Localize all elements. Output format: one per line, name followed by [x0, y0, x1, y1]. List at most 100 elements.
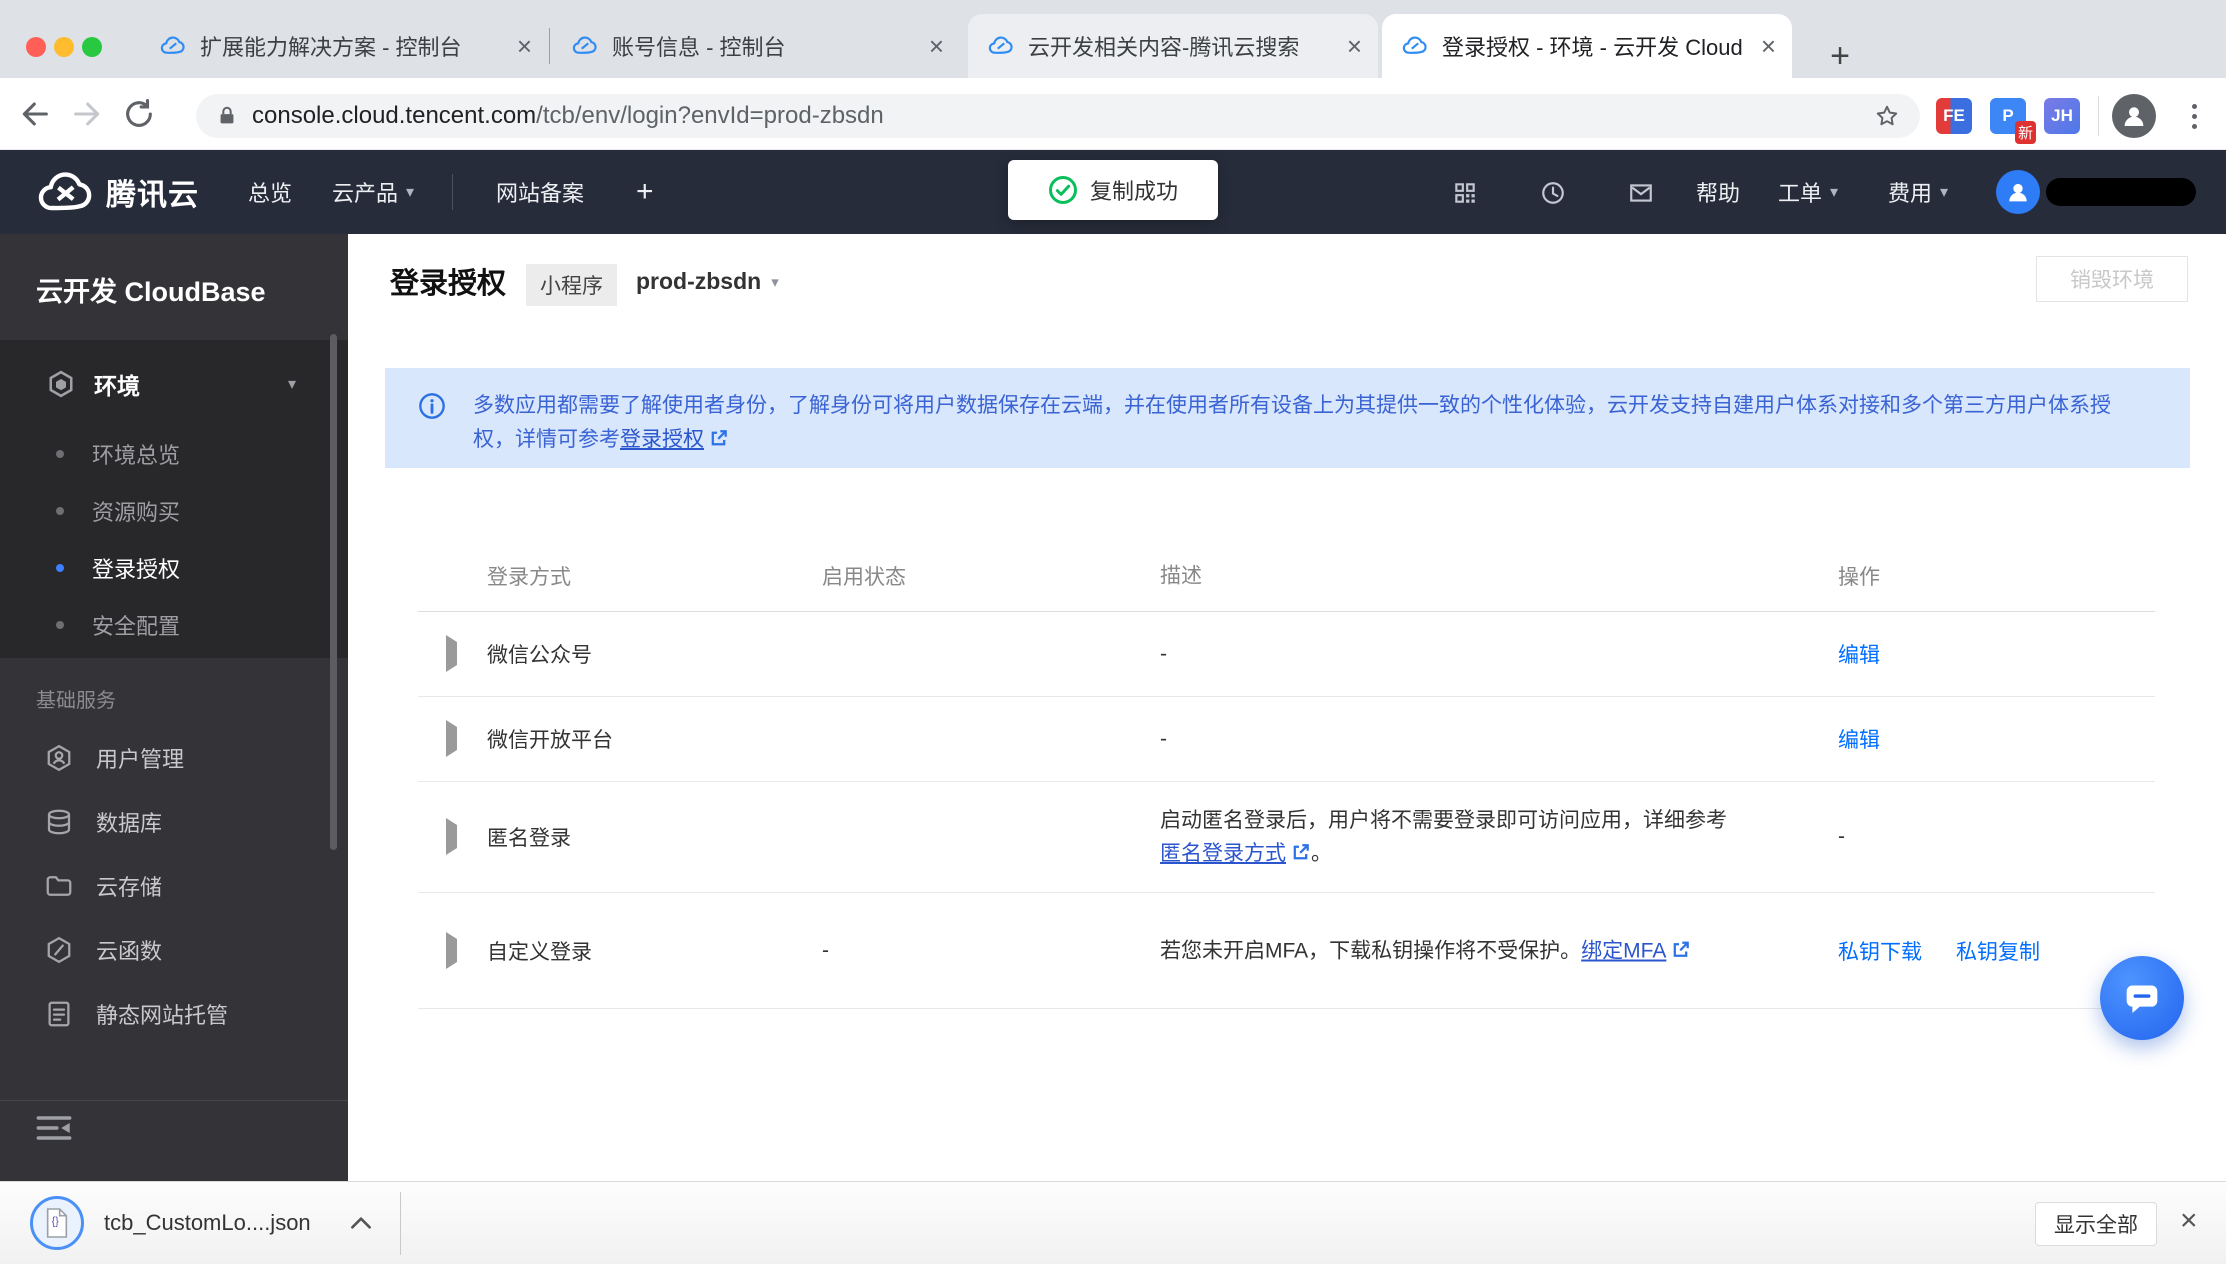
- page-title: 登录授权: [390, 268, 507, 300]
- extension-p-letter: P: [2002, 106, 2014, 125]
- row-status: -: [822, 938, 829, 962]
- bullet-icon: [56, 621, 64, 629]
- sidebar-item-login-auth[interactable]: 登录授权: [0, 540, 348, 596]
- mail-icon[interactable]: [1628, 180, 1654, 206]
- sidebar-item-static-hosting[interactable]: 静态网站托管: [0, 984, 348, 1044]
- nav-add-button[interactable]: +: [636, 150, 654, 234]
- nav-products-label: 云产品: [332, 181, 399, 206]
- download-filename[interactable]: tcb_CustomLo....json: [104, 1210, 311, 1236]
- expand-row-icon[interactable]: [446, 720, 457, 757]
- extension-fe-icon[interactable]: FE: [1936, 98, 1972, 134]
- private-key-copy-link[interactable]: 私钥复制: [1956, 941, 2040, 964]
- login-method-name: 自定义登录: [487, 940, 592, 964]
- env-selector[interactable]: prod-zbsdn ▾: [636, 268, 779, 295]
- cloud-logo-icon: [38, 172, 92, 211]
- sidebar-scrollbar[interactable]: [330, 334, 337, 850]
- group-label: 环境: [94, 373, 140, 399]
- customer-service-chat-button[interactable]: [2100, 956, 2184, 1040]
- caret-down-icon: ▾: [1830, 184, 1839, 201]
- tab-close-icon[interactable]: ×: [1761, 33, 1776, 59]
- browser-tab-active[interactable]: 登录授权 - 环境 - 云开发 Cloud ×: [1382, 14, 1792, 78]
- sidebar-divider: [0, 1100, 348, 1101]
- extension-jh-icon[interactable]: JH: [2044, 98, 2080, 134]
- show-all-downloads-button[interactable]: 显示全部: [2035, 1202, 2157, 1246]
- nav-products[interactable]: 云产品 ▾: [332, 150, 414, 234]
- destroy-env-button[interactable]: 销毁环境: [2036, 256, 2188, 302]
- window-zoom-button[interactable]: [82, 37, 102, 57]
- banner-login-auth-link[interactable]: 登录授权: [620, 428, 704, 451]
- private-key-download-link[interactable]: 私钥下载: [1838, 941, 1922, 964]
- row-description: 启动匿名登录后，用户将不需要登录即可访问应用，详细参考匿名登录方式 。: [1160, 804, 1740, 870]
- collapse-sidebar-icon[interactable]: [34, 1110, 74, 1146]
- browser-profile-avatar[interactable]: [2112, 94, 2156, 138]
- expand-row-icon[interactable]: [446, 635, 457, 672]
- toast-message: 复制成功: [1089, 179, 1178, 204]
- expand-row-icon[interactable]: [446, 818, 457, 855]
- nav-billing[interactable]: 费用 ▾: [1888, 150, 1948, 234]
- external-link-icon: [1674, 941, 1690, 957]
- edit-link[interactable]: 编辑: [1838, 729, 1880, 752]
- forward-icon[interactable]: [70, 97, 104, 131]
- edit-link[interactable]: 编辑: [1838, 644, 1880, 667]
- bind-mfa-link[interactable]: 绑定MFA: [1581, 939, 1666, 962]
- sidebar-item-database[interactable]: 数据库: [0, 792, 348, 852]
- nav-help[interactable]: 帮助: [1696, 150, 1740, 234]
- tencent-cloud-favicon: [1402, 36, 1427, 54]
- sidebar-item-user-management[interactable]: 用户管理: [0, 728, 348, 788]
- browser-menu-icon[interactable]: [2176, 96, 2212, 136]
- sidebar-item-label: 安全配置: [92, 614, 181, 639]
- description-text: 启动匿名登录后，用户将不需要登录即可访问应用，详细参考: [1160, 809, 1727, 832]
- bullet-icon: [56, 450, 64, 458]
- extension-p-icon[interactable]: P新: [1990, 98, 2036, 144]
- bullet-icon: [56, 564, 64, 572]
- brand-name: 腾讯云: [106, 179, 199, 212]
- window-close-button[interactable]: [26, 37, 46, 57]
- address-bar[interactable]: console.cloud.tencent.com/tcb/env/login?…: [196, 94, 1920, 138]
- table-header-row: 登录方式 启用状态 描述 操作: [418, 540, 2155, 612]
- nav-ticket[interactable]: 工单 ▾: [1778, 150, 1838, 234]
- close-download-bar-icon[interactable]: ×: [2180, 1204, 2198, 1238]
- new-tab-button[interactable]: +: [1820, 36, 1860, 76]
- tab-close-icon[interactable]: ×: [1347, 33, 1362, 59]
- history-clock-icon[interactable]: [1540, 180, 1566, 206]
- tab-close-icon[interactable]: ×: [929, 33, 944, 59]
- bookmark-star-icon[interactable]: [1874, 103, 1900, 129]
- url-text: console.cloud.tencent.com/tcb/env/login?…: [252, 102, 1874, 130]
- window-minimize-button[interactable]: [54, 37, 74, 57]
- table-row-anonymous: 匿名登录 启动匿名登录后，用户将不需要登录即可访问应用，详细参考匿名登录方式。 …: [418, 782, 2155, 893]
- sidebar-item-resource-purchase[interactable]: 资源购买: [0, 483, 348, 539]
- description-suffix: 。: [1311, 842, 1332, 865]
- anonymous-login-link[interactable]: 匿名登录方式: [1160, 842, 1286, 865]
- browser-tab-2[interactable]: 账号信息 - 控制台 ×: [552, 14, 960, 78]
- tencent-cloud-logo[interactable]: 腾讯云: [38, 170, 199, 214]
- browser-tab-3[interactable]: 云开发相关内容-腾讯云搜索 ×: [968, 14, 1378, 78]
- chevron-up-icon[interactable]: [348, 1212, 374, 1234]
- sidebar-item-cloud-storage[interactable]: 云存储: [0, 856, 348, 916]
- tab-close-icon[interactable]: ×: [517, 33, 532, 59]
- back-icon[interactable]: [18, 97, 52, 131]
- info-banner: 多数应用都需要了解使用者身份，了解身份可将用户数据保存在云端，并在使用者所有设备…: [385, 368, 2190, 468]
- col-description: 描述: [1160, 564, 1202, 587]
- tencent-cloud-favicon: [160, 36, 185, 54]
- nav-overview[interactable]: 总览: [248, 150, 292, 234]
- folder-icon: [46, 876, 72, 896]
- caret-down-icon: ▾: [406, 184, 415, 201]
- downloaded-file-icon[interactable]: {}: [30, 1196, 84, 1250]
- nav-icp[interactable]: 网站备案: [496, 150, 584, 234]
- environment-group: 环境 ▾ 环境总览 资源购买 登录授权 安全配置: [0, 340, 348, 658]
- sidebar-item-cloud-functions[interactable]: 云函数: [0, 920, 348, 980]
- account-avatar[interactable]: [1996, 170, 2040, 214]
- browser-tab-1[interactable]: 扩展能力解决方案 - 控制台 ×: [140, 14, 548, 78]
- qr-code-icon[interactable]: [1452, 180, 1478, 206]
- url-host: console.cloud.tencent.com: [252, 102, 537, 129]
- sidebar-item-label: 云存储: [96, 875, 163, 900]
- expand-row-icon[interactable]: [446, 931, 457, 969]
- toolbar-divider: [2098, 96, 2099, 136]
- table-row-wechat-open: 微信开放平台 - 编辑: [418, 697, 2155, 782]
- sidebar-item-env-overview[interactable]: 环境总览: [0, 426, 348, 482]
- sidebar-item-security-config[interactable]: 安全配置: [0, 597, 348, 653]
- sidebar-group-environment[interactable]: 环境 ▾: [0, 356, 348, 412]
- caret-down-icon: ▾: [287, 376, 296, 393]
- reload-icon[interactable]: [122, 97, 156, 131]
- database-icon: [47, 809, 71, 835]
